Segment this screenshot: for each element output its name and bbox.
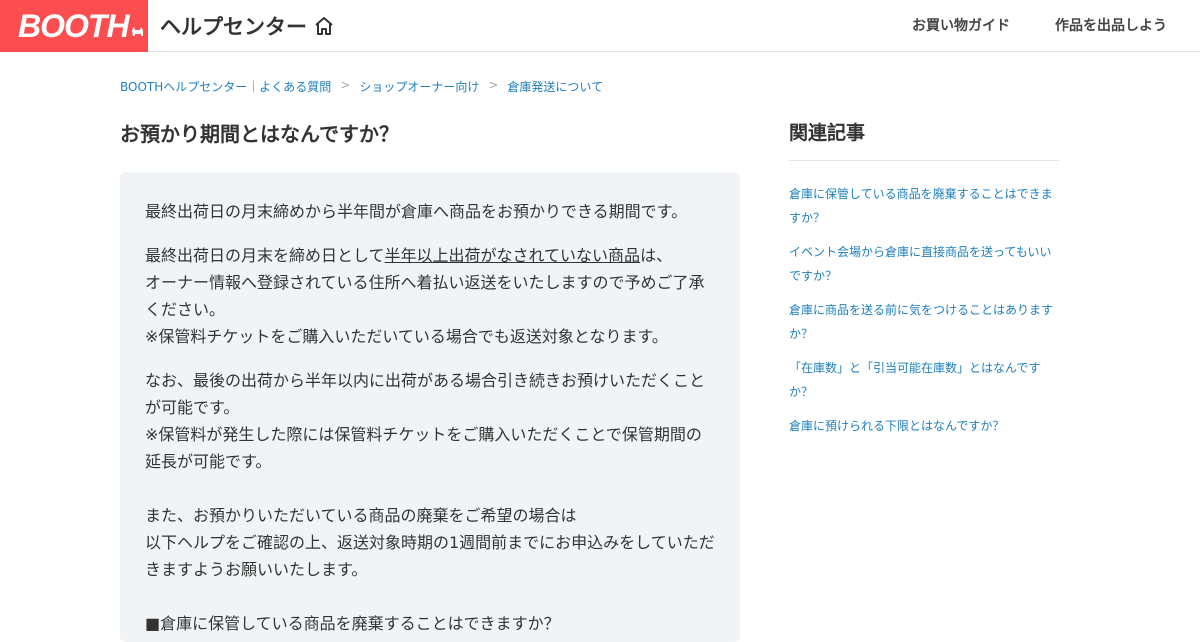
text-segment: 最終出荷日の月末を締め日として <box>145 246 385 265</box>
article-paragraph: なお、最後の出荷から半年以内に出荷がある場合引き続きお預けいただくことが可能です… <box>145 367 715 637</box>
article-line: 最終出荷日の月末を締め日として半年以上出荷がなされていない商品は、 <box>145 242 715 269</box>
breadcrumb-warehouse[interactable]: 倉庫発送について <box>507 78 603 95</box>
underlined-text: 半年以上出荷がなされていない商品 <box>384 246 641 265</box>
related-article-link[interactable]: 倉庫に商品を送る前に気をつけることはありますか？ <box>789 298 1059 346</box>
related-article-link[interactable]: 倉庫に保管している商品を廃棄することはできますか？ <box>789 182 1059 230</box>
list-item: イベント会場から倉庫に直接商品を送ってもいいですか？ <box>789 240 1059 288</box>
article-line: オーナー情報へ登録されている住所へ着払い返送をいたしますので予めご了承ください。 <box>145 273 705 319</box>
nav-shopping-guide[interactable]: お買い物ガイド <box>912 0 1010 52</box>
article-line: 以下ヘルプをご確認の上、返送対象時期の1週間前までにお申込みをしていただきますよ… <box>145 533 715 579</box>
related-articles-heading: 関連記事 <box>789 122 866 144</box>
page-title: お預かり期間とはなんですか？ <box>120 122 399 146</box>
nav-sell-works[interactable]: 作品を出品しよう <box>1055 0 1167 52</box>
dog-mark-icon <box>131 27 143 36</box>
article-line: ■倉庫に保管している商品を廃棄することはできますか？ <box>145 614 560 633</box>
breadcrumb-separator: > <box>340 78 351 92</box>
article-line: ※保管料が発生した際には保管料チケットをご購入いただくことで保管期間の延長が可能… <box>145 425 702 471</box>
booth-logo[interactable]: BOOTH <box>0 0 148 52</box>
list-item: 倉庫に保管している商品を廃棄することはできますか？ <box>789 182 1059 230</box>
article-paragraph: 最終出荷日の月末を締め日として半年以上出荷がなされていない商品は、 オーナー情報… <box>145 242 715 350</box>
home-icon <box>315 17 333 35</box>
article-body: 最終出荷日の月末締めから半年間が倉庫へ商品をお預かりできる期間です。 最終出荷日… <box>120 172 740 642</box>
list-item: 倉庫に商品を送る前に気をつけることはありますか？ <box>789 298 1059 346</box>
article-line: また、お預かりいただいている商品の廃棄をご希望の場合は <box>145 506 577 525</box>
related-articles-list: 倉庫に保管している商品を廃棄することはできますか？ イベント会場から倉庫に直接商… <box>789 182 1059 448</box>
breadcrumb: BOOTHヘルプセンター｜よくある質問 > ショップオーナー向け > 倉庫発送に… <box>120 78 603 95</box>
related-article-link[interactable]: 倉庫に預けられる下限とはなんですか？ <box>789 414 1059 438</box>
related-article-link[interactable]: 「在庫数」と「引当可能在庫数」とはなんですか？ <box>789 356 1059 404</box>
article-paragraph: 最終出荷日の月末締めから半年間が倉庫へ商品をお預かりできる期間です。 <box>145 202 688 221</box>
article-line: なお、最後の出荷から半年以内に出荷がある場合引き続きお預けいただくことが可能です… <box>145 371 706 417</box>
article-line: ※保管料チケットをご購入いただいている場合でも返送対象となります。 <box>145 327 668 346</box>
breadcrumb-separator: > <box>488 78 499 92</box>
help-center-home-link[interactable]: ヘルプセンター <box>160 0 335 52</box>
related-article-link[interactable]: イベント会場から倉庫に直接商品を送ってもいいですか？ <box>789 240 1059 288</box>
logo-text: BOOTH <box>18 7 130 44</box>
text-segment: は、 <box>640 246 673 265</box>
breadcrumb-help-center[interactable]: BOOTHヘルプセンター｜よくある質問 <box>120 78 331 95</box>
help-center-title: ヘルプセンター <box>160 15 307 39</box>
site-header: BOOTH ヘルプセンター お買い物ガイド 作品を出品しよう <box>0 0 1200 52</box>
breadcrumb-shop-owner[interactable]: ショップオーナー向け <box>359 78 479 95</box>
list-item: 「在庫数」と「引当可能在庫数」とはなんですか？ <box>789 356 1059 404</box>
divider <box>789 160 1059 161</box>
list-item: 倉庫に預けられる下限とはなんですか？ <box>789 414 1059 438</box>
